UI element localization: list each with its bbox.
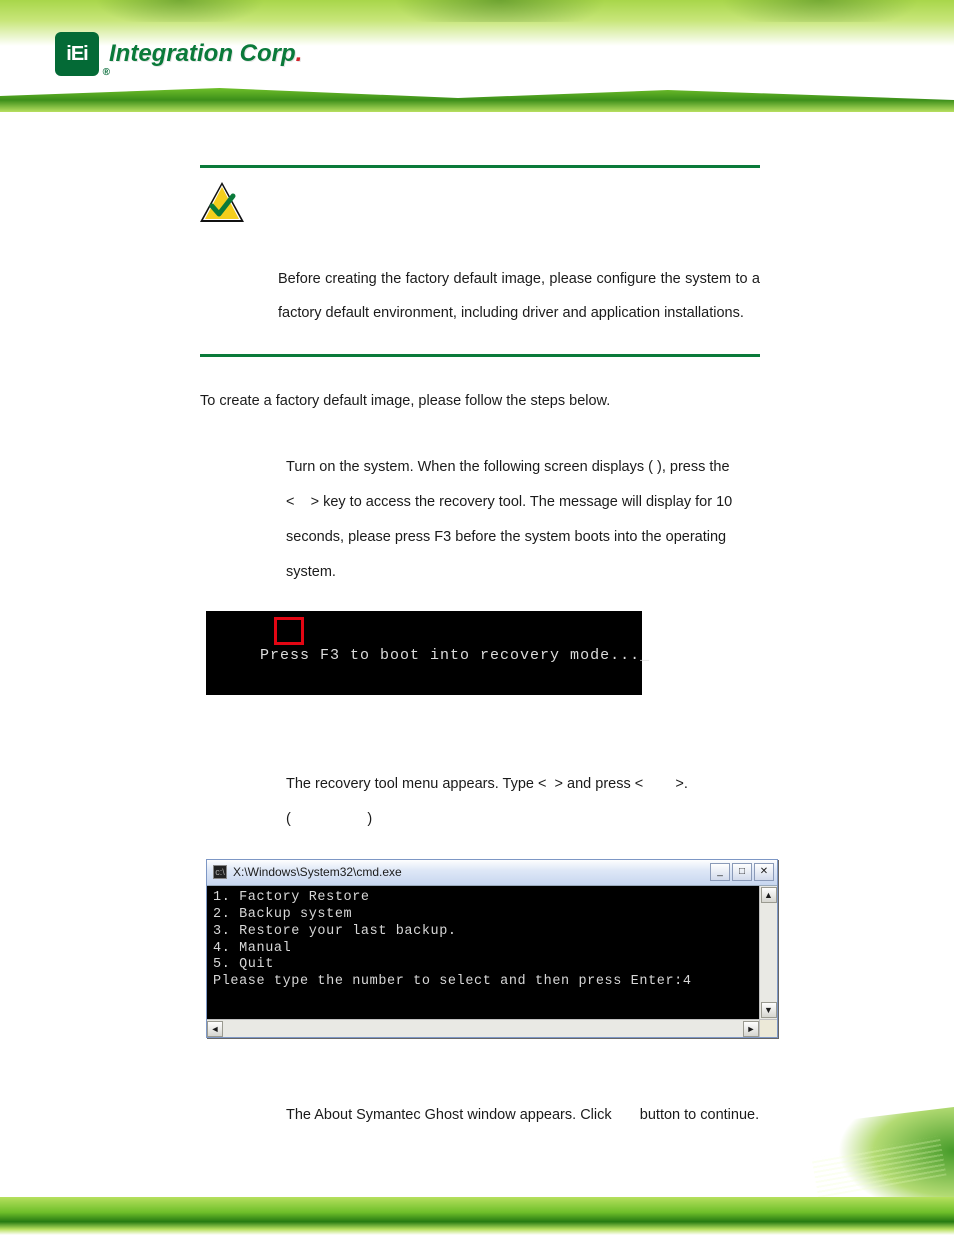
note-body-text: Before creating the factory default imag… <box>278 262 760 330</box>
note-rule-bottom <box>200 354 760 357</box>
boot-screen-text: Press F3 to boot into recovery mode..._ <box>260 647 650 664</box>
boot-screen-f3-highlight <box>274 617 304 645</box>
cmd-window-icon: c:\ <box>213 865 227 879</box>
page-footer-banner <box>0 1145 954 1235</box>
cmd-window-titlebar: c:\ X:\Windows\System32\cmd.exe _ □ ✕ <box>207 860 777 886</box>
brand-logo-mark: iEi <box>55 32 99 76</box>
cmd-resize-grip[interactable] <box>759 1020 777 1037</box>
footer-band <box>0 1197 954 1235</box>
step-3-text: The About Symantec Ghost window appears.… <box>286 1098 760 1133</box>
cmd-vertical-scrollbar[interactable]: ▲ ▼ <box>759 886 777 1019</box>
brand-logo: iEi Integration Corp. <box>55 32 302 76</box>
document-body: Before creating the factory default imag… <box>200 165 760 1155</box>
cmd-window-title-text: X:\Windows\System32\cmd.exe <box>233 864 402 881</box>
scroll-up-icon[interactable]: ▲ <box>761 887 777 903</box>
step-2-text: The recovery tool menu appears. Type < >… <box>286 767 760 837</box>
brand-logo-text: Integration Corp. <box>109 40 302 68</box>
page-header-banner: iEi Integration Corp. <box>0 0 954 115</box>
scroll-left-icon[interactable]: ◄ <box>207 1021 223 1037</box>
note-rule-top <box>200 165 760 168</box>
cmd-max-button[interactable]: □ <box>732 863 752 881</box>
scroll-right-icon[interactable]: ► <box>743 1021 759 1037</box>
cmd-window: c:\ X:\Windows\System32\cmd.exe _ □ ✕ 1.… <box>206 859 778 1038</box>
step-1-text: Turn on the system. When the following s… <box>286 450 760 589</box>
cmd-window-body: 1. Factory Restore 2. Backup system 3. R… <box>207 886 759 1019</box>
cmd-close-button[interactable]: ✕ <box>754 863 774 881</box>
cmd-min-button[interactable]: _ <box>710 863 730 881</box>
intro-text: To create a factory default image, pleas… <box>200 391 760 412</box>
boot-screen-shot: Press F3 to boot into recovery mode..._ <box>206 611 642 695</box>
cmd-horizontal-scrollbar[interactable]: ◄ ► <box>207 1019 777 1037</box>
scroll-down-icon[interactable]: ▼ <box>761 1002 777 1018</box>
note-icon <box>200 182 760 222</box>
